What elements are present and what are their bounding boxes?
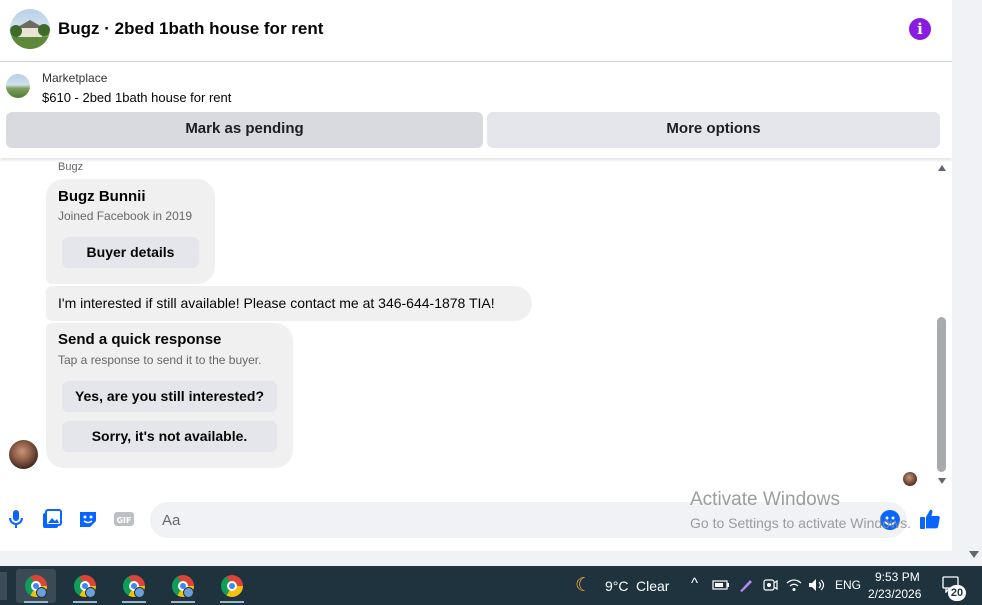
quick-response-subtitle: Tap a response to send it to the buyer. <box>58 353 262 367</box>
message-input[interactable] <box>150 502 907 538</box>
scroll-down-arrow-icon[interactable] <box>938 478 946 484</box>
clock-date[interactable]: 2/23/2026 <box>868 587 921 601</box>
quick-response-bubble: Send a quick response Tap a response to … <box>46 323 293 468</box>
taskbar-app-chrome-5[interactable] <box>212 569 252 603</box>
profile-badge-icon <box>183 587 194 598</box>
scroll-up-arrow-icon[interactable] <box>938 165 946 171</box>
quick-response-title: Send a quick response <box>58 331 222 348</box>
page-scrollbar[interactable] <box>952 0 982 566</box>
quick-response-not-available-button[interactable]: Sorry, it's not available. <box>62 421 277 452</box>
clock-time[interactable]: 9:53 PM <box>875 570 920 584</box>
page-scroll-down-icon[interactable] <box>969 551 979 558</box>
message-composer: GIF <box>0 495 952 545</box>
gif-icon[interactable]: GIF <box>113 508 135 530</box>
volume-icon[interactable] <box>808 578 826 592</box>
microphone-icon[interactable] <box>5 508 27 530</box>
taskbar-app-chrome-3[interactable] <box>114 569 154 603</box>
marketplace-listing-panel: Marketplace $610 - 2bed 1bath house for … <box>0 63 952 158</box>
listing-title[interactable]: $610 - 2bed 1bath house for rent <box>42 90 231 105</box>
message-bubble: I'm interested if still available! Pleas… <box>46 286 532 321</box>
conversation-avatar[interactable] <box>10 9 50 49</box>
like-icon[interactable] <box>918 507 942 531</box>
svg-text:GIF: GIF <box>116 516 131 525</box>
read-receipt-avatar <box>903 472 917 486</box>
listing-thumbnail[interactable] <box>6 74 30 98</box>
chat-window: Bugz · 2bed 1bath house for rent i Marke… <box>0 0 952 551</box>
buyer-details-button[interactable]: Buyer details <box>62 237 199 268</box>
message-text: I'm interested if still available! Pleas… <box>58 295 495 311</box>
sender-name: Bugz <box>58 161 84 173</box>
message-thread: Bugz Bugz Bunnii Joined Facebook in 2019… <box>0 158 935 488</box>
taskbar-app-chrome-4[interactable] <box>163 569 203 603</box>
sticker-icon[interactable] <box>77 508 99 530</box>
chrome-icon <box>221 575 243 597</box>
chat-header: Bugz · 2bed 1bath house for rent i <box>0 0 952 62</box>
profile-name: Bugz Bunnii <box>58 188 146 205</box>
weather-temperature[interactable]: 9°C <box>605 578 629 594</box>
conversation-title[interactable]: Bugz · 2bed 1bath house for rent <box>58 19 323 39</box>
battery-icon[interactable] <box>712 579 730 591</box>
profile-card-bubble: Bugz Bunnii Joined Facebook in 2019 Buye… <box>46 179 215 284</box>
camera-privacy-icon[interactable] <box>762 577 778 593</box>
wifi-icon[interactable] <box>786 578 802 592</box>
chat-scrollbar-thumb[interactable] <box>937 317 946 472</box>
info-icon[interactable]: i <box>909 18 931 40</box>
taskbar-app-chrome-2[interactable] <box>65 569 105 603</box>
windows-taskbar: ☾ 9°C Clear ^ ENG 9:53 PM 2/23/2026 20 <box>0 566 982 605</box>
photo-icon[interactable] <box>41 508 63 530</box>
mark-as-pending-button[interactable]: Mark as pending <box>6 112 483 148</box>
start-button[interactable] <box>0 572 7 600</box>
profile-badge-icon <box>85 587 96 598</box>
profile-joined: Joined Facebook in 2019 <box>58 209 193 223</box>
listing-source: Marketplace <box>42 71 108 85</box>
notification-count-badge: 20 <box>948 585 966 601</box>
buyer-avatar[interactable] <box>9 440 38 469</box>
more-options-button[interactable]: More options <box>487 112 940 148</box>
taskbar-app-chrome-1[interactable] <box>16 569 56 603</box>
weather-moon-icon[interactable]: ☾ <box>575 574 592 597</box>
profile-badge-icon <box>134 587 145 598</box>
show-hidden-icons-chevron-icon[interactable]: ^ <box>691 575 698 592</box>
weather-description[interactable]: Clear <box>636 578 669 594</box>
quick-response-still-interested-button[interactable]: Yes, are you still interested? <box>62 381 277 412</box>
emoji-icon[interactable] <box>880 510 900 530</box>
profile-badge-icon <box>36 587 47 598</box>
language-indicator[interactable]: ENG <box>835 578 861 592</box>
pen-icon[interactable] <box>738 577 754 593</box>
